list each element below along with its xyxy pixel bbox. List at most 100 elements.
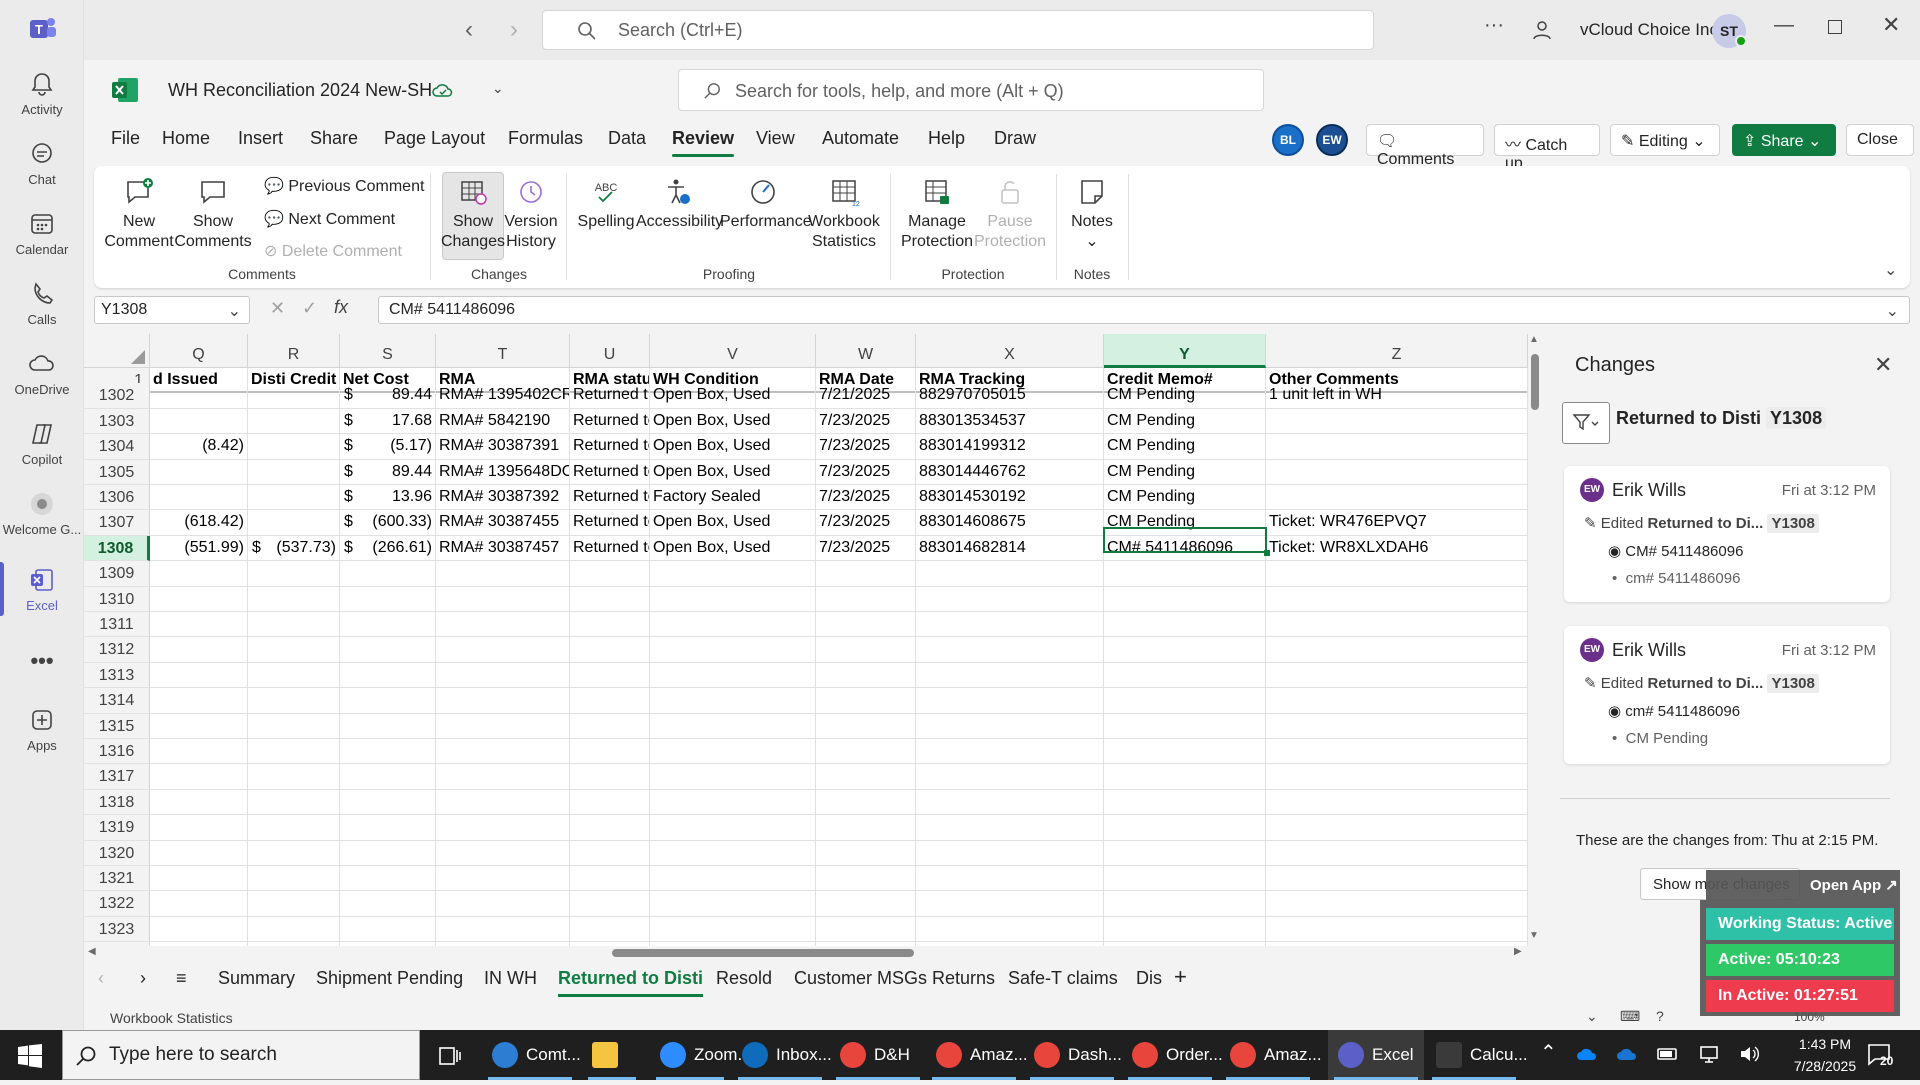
menu-automate[interactable]: Automate (822, 128, 899, 149)
table-cell[interactable] (1104, 586, 1266, 612)
row-header[interactable]: 1304 (84, 434, 150, 460)
table-cell[interactable] (340, 713, 436, 739)
table-cell[interactable] (340, 891, 436, 917)
table-cell[interactable] (570, 916, 650, 943)
menu-share[interactable]: Share (310, 128, 358, 149)
table-cell[interactable] (570, 840, 650, 866)
table-cell[interactable]: 7/21/2025 (816, 383, 916, 409)
ribbon-collapse-chevron-icon[interactable]: ⌄ (1884, 260, 1897, 280)
more-options-icon[interactable]: ··· (1484, 14, 1504, 37)
table-cell[interactable]: Returned to (570, 510, 650, 536)
column-header-u[interactable]: U (570, 334, 650, 368)
table-cell[interactable] (248, 459, 340, 485)
table-cell[interactable] (816, 891, 916, 917)
menu-page-layout[interactable]: Page Layout (384, 128, 485, 149)
comments-button[interactable]: 🗨 Comments (1366, 124, 1484, 168)
maximize-icon[interactable] (1828, 20, 1842, 34)
row-header[interactable]: 1317 (84, 764, 150, 790)
table-cell[interactable] (650, 662, 816, 689)
table-cell[interactable] (1104, 764, 1266, 790)
table-cell[interactable] (816, 739, 916, 765)
change-card[interactable]: EW Erik Wills Fri at 3:12 PM ✎ Edited Re… (1564, 466, 1890, 602)
scroll-up-icon[interactable]: ▲ (1529, 334, 1539, 345)
sheet-tab-in-wh[interactable]: IN WH (484, 968, 537, 989)
table-cell[interactable] (1266, 866, 1528, 892)
table-cell[interactable] (150, 789, 248, 816)
show-hidden-icons-chevron-icon[interactable]: ⌃ (1540, 1040, 1557, 1065)
table-cell[interactable]: 7/23/2025 (816, 459, 916, 485)
column-header-w[interactable]: W (816, 334, 916, 368)
table-cell[interactable] (436, 561, 570, 587)
delete-comment-button[interactable]: ⊘ Delete Comment (264, 241, 402, 261)
row-header[interactable]: 1305 (84, 459, 150, 485)
table-cell[interactable] (916, 612, 1104, 638)
table-cell[interactable] (1266, 637, 1528, 663)
table-cell[interactable]: Open Box, Used (650, 535, 816, 562)
table-cell[interactable] (816, 612, 916, 638)
table-cell[interactable] (150, 764, 248, 790)
horizontal-scroll-thumb[interactable] (612, 949, 914, 957)
table-cell[interactable] (150, 662, 248, 689)
table-cell[interactable] (570, 662, 650, 689)
editing-mode-button[interactable]: ✎ Editing ⌄ (1610, 124, 1720, 156)
table-cell[interactable] (916, 916, 1104, 943)
table-cell[interactable]: $ (266.61) (340, 535, 436, 562)
taskbar-app[interactable]: D&H ... (830, 1030, 926, 1084)
row-header[interactable]: 1312 (84, 637, 150, 663)
table-cell[interactable] (340, 637, 436, 663)
table-cell[interactable] (1104, 891, 1266, 917)
table-cell[interactable] (570, 688, 650, 714)
table-cell[interactable] (1104, 713, 1266, 739)
rail-chat[interactable]: Chat (0, 140, 84, 187)
row-header[interactable]: 1310 (84, 586, 150, 612)
row-header[interactable]: 1315 (84, 713, 150, 739)
table-cell[interactable] (150, 561, 248, 587)
table-cell[interactable] (340, 662, 436, 689)
onedrive-business-icon[interactable] (1616, 1044, 1640, 1064)
table-cell[interactable] (150, 485, 248, 511)
table-cell[interactable] (650, 916, 816, 943)
manage-protection-button[interactable]: Manage Protection (900, 176, 974, 252)
table-cell[interactable]: Open Box, Used (650, 510, 816, 536)
table-cell[interactable] (436, 916, 570, 943)
table-cell[interactable] (650, 561, 816, 587)
table-cell[interactable] (150, 866, 248, 892)
pause-protection-button[interactable]: Pause Protection (974, 176, 1046, 252)
table-cell[interactable] (1266, 891, 1528, 917)
table-cell[interactable] (248, 739, 340, 765)
table-cell[interactable] (248, 764, 340, 790)
table-cell[interactable] (570, 586, 650, 612)
table-cell[interactable]: RMA# 1395402CRE (436, 383, 570, 409)
table-cell[interactable]: CM Pending (1104, 383, 1266, 409)
table-cell[interactable] (650, 713, 816, 739)
table-cell[interactable]: Ticket: WR8XLXDAH6 (1266, 535, 1528, 562)
row-header[interactable]: 1308 (84, 535, 150, 562)
battery-icon[interactable] (1656, 1044, 1680, 1064)
table-cell[interactable] (248, 891, 340, 917)
column-header-t[interactable]: T (436, 334, 570, 368)
all-sheets-menu-icon[interactable]: ≡ (176, 968, 187, 989)
menu-draw[interactable]: Draw (994, 128, 1036, 149)
keyboard-icon[interactable]: ⌨ (1620, 1008, 1640, 1025)
catch-up-button[interactable]: 〰 Catch up (1494, 124, 1600, 172)
column-header-q[interactable]: Q (150, 334, 248, 368)
table-cell[interactable]: 883014199312 (916, 434, 1104, 460)
table-cell[interactable] (1266, 789, 1528, 816)
rail-copilot[interactable]: Copilot (0, 420, 84, 467)
table-cell[interactable]: Returned to (570, 434, 650, 460)
table-cell[interactable] (1104, 739, 1266, 765)
table-cell[interactable] (340, 866, 436, 892)
table-cell[interactable]: (551.99) (150, 535, 248, 562)
table-cell[interactable] (916, 866, 1104, 892)
table-cell[interactable] (916, 713, 1104, 739)
rail-welcome[interactable]: Welcome G... (0, 490, 84, 537)
table-cell[interactable]: (618.42) (150, 510, 248, 536)
table-cell[interactable] (916, 815, 1104, 841)
table-cell[interactable] (650, 688, 816, 714)
people-icon[interactable] (1530, 18, 1554, 42)
table-cell[interactable]: Open Box, Used (650, 383, 816, 409)
menu-file[interactable]: File (111, 128, 140, 149)
table-cell[interactable] (248, 840, 340, 866)
table-cell[interactable] (570, 866, 650, 892)
table-cell[interactable]: CM Pending (1104, 485, 1266, 511)
